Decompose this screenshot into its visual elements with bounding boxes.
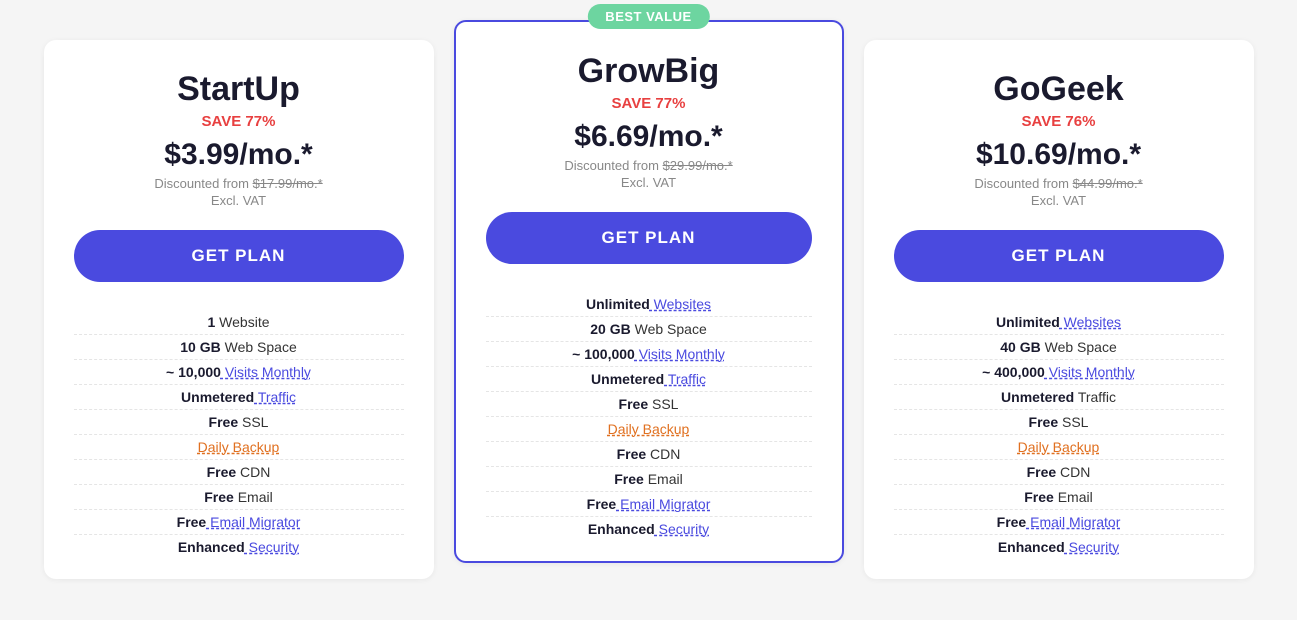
- feature-item: 1 Website: [74, 310, 404, 335]
- feature-item: Free Email Migrator: [74, 510, 404, 535]
- plan-name-growbig: GrowBig: [486, 52, 812, 91]
- plan-vat-gogeek: Excl. VAT: [894, 193, 1224, 208]
- feature-item: Free Email Migrator: [486, 492, 812, 517]
- plan-name-startup: StartUp: [74, 70, 404, 109]
- plan-price-growbig: $6.69/mo.*: [486, 120, 812, 154]
- feature-item: ~ 10,000 Visits Monthly: [74, 360, 404, 385]
- feature-item: ~ 400,000 Visits Monthly: [894, 360, 1224, 385]
- feature-item: Free SSL: [74, 410, 404, 435]
- plan-card-growbig: BEST VALUEGrowBigSAVE 77%$6.69/mo.*Disco…: [454, 20, 844, 563]
- feature-item: 10 GB Web Space: [74, 335, 404, 360]
- feature-item: 40 GB Web Space: [894, 335, 1224, 360]
- feature-item: 20 GB Web Space: [486, 317, 812, 342]
- get-plan-button-gogeek[interactable]: GET PLAN: [894, 230, 1224, 282]
- feature-item: Daily Backup: [894, 435, 1224, 460]
- feature-item: Free Email Migrator: [894, 510, 1224, 535]
- feature-item: Unmetered Traffic: [74, 385, 404, 410]
- features-list-gogeek: Unlimited Websites40 GB Web Space~ 400,0…: [894, 310, 1224, 559]
- plan-save-startup: SAVE 77%: [74, 113, 404, 130]
- plan-save-growbig: SAVE 77%: [486, 95, 812, 112]
- feature-item: Daily Backup: [486, 417, 812, 442]
- feature-item: Free CDN: [74, 460, 404, 485]
- feature-item: Free SSL: [894, 410, 1224, 435]
- feature-item: Enhanced Security: [894, 535, 1224, 559]
- feature-item: Free Email: [486, 467, 812, 492]
- plan-vat-growbig: Excl. VAT: [486, 175, 812, 190]
- feature-item: Free SSL: [486, 392, 812, 417]
- plan-price-gogeek: $10.69/mo.*: [894, 138, 1224, 172]
- feature-item: Unlimited Websites: [486, 292, 812, 317]
- get-plan-button-startup[interactable]: GET PLAN: [74, 230, 404, 282]
- plan-save-gogeek: SAVE 76%: [894, 113, 1224, 130]
- plan-original-startup: Discounted from $17.99/mo.*: [74, 176, 404, 191]
- feature-item: Enhanced Security: [486, 517, 812, 541]
- plan-name-gogeek: GoGeek: [894, 70, 1224, 109]
- feature-item: Free CDN: [894, 460, 1224, 485]
- feature-item: Enhanced Security: [74, 535, 404, 559]
- feature-item: Daily Backup: [74, 435, 404, 460]
- get-plan-button-growbig[interactable]: GET PLAN: [486, 212, 812, 264]
- feature-item: Unlimited Websites: [894, 310, 1224, 335]
- plan-price-startup: $3.99/mo.*: [74, 138, 404, 172]
- plan-card-gogeek: GoGeek SAVE 76% $10.69/mo.* Discounted from…: [864, 40, 1254, 579]
- plan-original-growbig: Discounted from $29.99/mo.*: [486, 158, 812, 173]
- plan-card-startup: StartUp SAVE 77% $3.99/mo.* Discounted from…: [44, 40, 434, 579]
- plan-vat-startup: Excl. VAT: [74, 193, 404, 208]
- feature-item: Unmetered Traffic: [894, 385, 1224, 410]
- plan-original-gogeek: Discounted from $44.99/mo.*: [894, 176, 1224, 191]
- feature-item: Free CDN: [486, 442, 812, 467]
- features-list-growbig: Unlimited Websites20 GB Web Space~ 100,0…: [486, 292, 812, 541]
- feature-item: Unmetered Traffic: [486, 367, 812, 392]
- plans-container: StartUp SAVE 77% $3.99/mo.* Discounted from…: [10, 20, 1287, 589]
- feature-item: ~ 100,000 Visits Monthly: [486, 342, 812, 367]
- feature-item: Free Email: [894, 485, 1224, 510]
- feature-item: Free Email: [74, 485, 404, 510]
- features-list-startup: 1 Website10 GB Web Space~ 10,000 Visits …: [74, 310, 404, 559]
- best-value-badge: BEST VALUE: [587, 4, 709, 29]
